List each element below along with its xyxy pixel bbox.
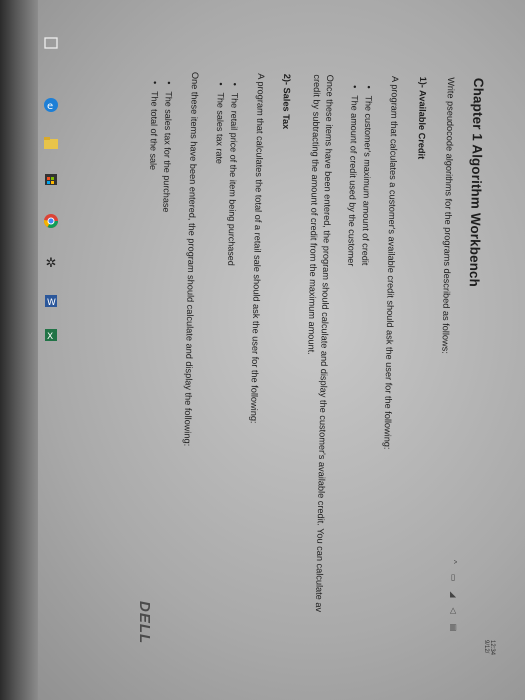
- intro-text: Write pseudocode algorithms for the prog…: [440, 77, 457, 354]
- network-icon[interactable]: ◢: [449, 591, 458, 607]
- word-icon[interactable]: W: [42, 292, 60, 310]
- list-item: The sales tax for the purchase: [161, 91, 174, 212]
- action-center-icon[interactable]: ▤: [449, 624, 458, 642]
- edge-browser-icon[interactable]: e: [42, 96, 60, 114]
- section2-after: One these items have been entered, the p…: [182, 71, 201, 447]
- list-item: The total of the sale: [148, 91, 160, 170]
- document-page: Chapter 1 Algorithm Workbench Write pseu…: [13, 24, 487, 700]
- svg-text:W: W: [47, 298, 56, 308]
- section1-description: A program that calculates a customer's a…: [382, 75, 401, 450]
- clock-date: 9/12/: [483, 640, 489, 654]
- page-title: Chapter 1 Algorithm Workbench: [466, 77, 487, 288]
- section2-heading: 2)- Sales Tax: [280, 73, 293, 130]
- store-icon[interactable]: [42, 170, 60, 188]
- section1-heading: 1)- Available Credit: [416, 76, 429, 160]
- tablet-mode-icon[interactable]: [42, 34, 60, 52]
- excel-icon[interactable]: X: [42, 326, 60, 344]
- chrome-icon[interactable]: [42, 212, 60, 230]
- list-item: The amount of credit used by the custome…: [346, 95, 360, 266]
- svg-text:e: e: [47, 101, 53, 112]
- section2-description: A program that calculates the total of a…: [248, 73, 267, 424]
- system-tray-icons: ^▭◢◁▤: [449, 560, 458, 641]
- file-explorer-icon[interactable]: [42, 134, 60, 152]
- list-item: The customer's maximum amount of credit: [360, 95, 374, 265]
- chevron-up-icon[interactable]: ^: [449, 560, 458, 574]
- svg-text:X: X: [47, 332, 53, 342]
- clock-time: 12:34: [489, 640, 495, 656]
- battery-icon[interactable]: ▭: [449, 574, 458, 592]
- dell-logo: DELL: [136, 601, 153, 645]
- volume-icon[interactable]: ◁: [449, 607, 458, 623]
- list-item: The retail price of the item being purch…: [226, 93, 240, 266]
- settings-gear-icon[interactable]: ✲: [42, 254, 60, 272]
- list-item: The sales tax rate: [214, 92, 225, 164]
- taskbar-clock[interactable]: 12:34 9/12/: [483, 640, 495, 680]
- photo-scene: Chapter 1 Algorithm Workbench Write pseu…: [0, 0, 525, 700]
- windows-taskbar: e ✲ W X: [38, 0, 64, 700]
